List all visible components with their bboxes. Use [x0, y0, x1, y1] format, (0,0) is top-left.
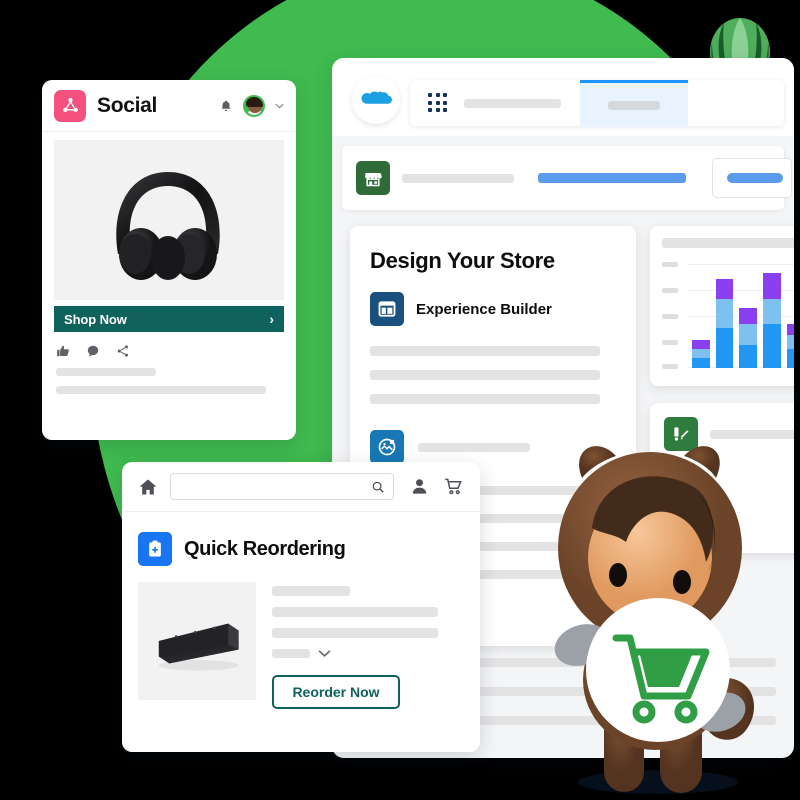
placeholder-line [272, 607, 438, 617]
active-tab[interactable] [580, 80, 688, 127]
clipboard-glyph [149, 540, 161, 557]
placeholder-line [56, 386, 266, 394]
storefront-header-icons [410, 477, 464, 496]
experience-builder-label: Experience Builder [416, 300, 552, 318]
social-post-card: Social Shop Now › [42, 80, 296, 440]
store-summary-row [342, 146, 792, 210]
quick-reorder-details: Reorder Now [272, 582, 464, 709]
speaker-illustration [158, 623, 239, 671]
store-front-icon [356, 161, 390, 195]
store-link-placeholder[interactable] [538, 173, 686, 183]
share-network-glyph [62, 97, 78, 112]
chart-bar-segment [763, 324, 781, 368]
chart-bar-segment [692, 349, 710, 358]
placeholder-line [370, 394, 600, 404]
comment-icon[interactable] [86, 344, 100, 358]
chart-bar-segment [692, 357, 710, 368]
placeholder-line [272, 586, 350, 596]
chart-title-placeholder [662, 238, 794, 248]
chart-bar-segment [692, 339, 710, 350]
storefront-header [122, 462, 480, 512]
product-image-speaker [138, 582, 256, 700]
storefront-card: Quick Reordering Reorder Now [122, 462, 480, 752]
chart-bar-segment [715, 328, 734, 368]
chart-bar-segment [715, 278, 734, 300]
chart-bar [715, 278, 734, 368]
avatar[interactable] [243, 94, 265, 117]
chevron-right-icon: › [269, 311, 274, 327]
scene: Design Your Store Experience Builder Soc… [0, 0, 800, 800]
notification-bell-icon[interactable] [219, 98, 233, 114]
chart-bars [692, 264, 794, 368]
clipboard-add-icon [138, 532, 172, 566]
search-input[interactable] [170, 473, 394, 500]
astro-bear-mascot [554, 446, 755, 794]
social-card-header: Social [42, 80, 296, 132]
salesforce-cloud-logo[interactable] [352, 76, 400, 124]
storefront-glyph [365, 173, 382, 187]
product-image-headphones [54, 140, 284, 300]
quick-reordering-header: Quick Reordering [122, 512, 480, 566]
chevron-down-icon[interactable] [275, 103, 284, 109]
placeholder-line [370, 370, 600, 380]
placeholder-line [370, 346, 600, 356]
quantity-value-placeholder [272, 649, 310, 658]
shop-now-button[interactable]: Shop Now › [54, 306, 284, 332]
app-launcher-grid-icon[interactable] [428, 93, 448, 113]
chart-bar-segment [739, 307, 758, 325]
home-icon[interactable] [138, 477, 158, 497]
chart-bar [739, 307, 758, 368]
chart-bar-segment [739, 345, 758, 368]
chart-bar-segment [786, 334, 794, 350]
experience-builder-item[interactable]: Experience Builder [370, 292, 616, 326]
account-person-icon[interactable] [410, 477, 429, 496]
chart-bar-segment [763, 273, 781, 300]
chart-bar [763, 273, 781, 368]
chart-bar [786, 324, 794, 368]
headphones-illustration [116, 172, 220, 280]
quantity-selector[interactable] [272, 649, 464, 658]
social-network-icon[interactable] [54, 89, 86, 122]
chart-bar-segment [763, 299, 781, 325]
layout-builder-icon [370, 292, 404, 326]
global-search-input[interactable] [464, 98, 561, 108]
cloud-icon [361, 91, 392, 104]
image-glyph [378, 438, 396, 456]
reorder-now-label: Reorder Now [292, 684, 380, 700]
chart-bar-segment [739, 324, 758, 346]
social-card-title: Social [97, 93, 158, 117]
quick-reordering-title: Quick Reordering [184, 537, 346, 560]
page-title: Design Your Store [370, 248, 555, 273]
quick-reorder-item: Reorder Now [122, 566, 480, 709]
salesforce-topbar [332, 58, 794, 136]
image-component-label [418, 442, 530, 452]
chevron-down-icon[interactable] [318, 649, 331, 658]
store-action-label [727, 173, 783, 183]
chart-plot-area [662, 262, 794, 369]
analytics-chart-panel [650, 226, 794, 386]
placeholder-line [56, 368, 156, 376]
chart-bar [692, 339, 710, 368]
layout-glyph [378, 301, 396, 317]
chart-bar-segment [715, 299, 734, 329]
social-text-placeholders [42, 358, 296, 394]
store-action-button[interactable] [712, 158, 792, 198]
store-name-placeholder [402, 173, 514, 183]
social-action-row [42, 332, 296, 358]
shop-now-label: Shop Now [64, 311, 127, 327]
image-component-icon [370, 430, 404, 464]
reorder-now-button[interactable]: Reorder Now [272, 675, 400, 709]
chart-bar-segment [786, 349, 794, 368]
social-header-actions [219, 94, 284, 117]
shopping-cart-icon[interactable] [443, 477, 464, 496]
share-icon[interactable] [116, 344, 130, 358]
chart-bar-segment [786, 324, 794, 335]
design-description-lines [370, 346, 616, 404]
placeholder-line [272, 628, 438, 638]
search-icon [372, 481, 384, 493]
active-tab-label [608, 100, 660, 110]
like-icon[interactable] [56, 344, 70, 358]
